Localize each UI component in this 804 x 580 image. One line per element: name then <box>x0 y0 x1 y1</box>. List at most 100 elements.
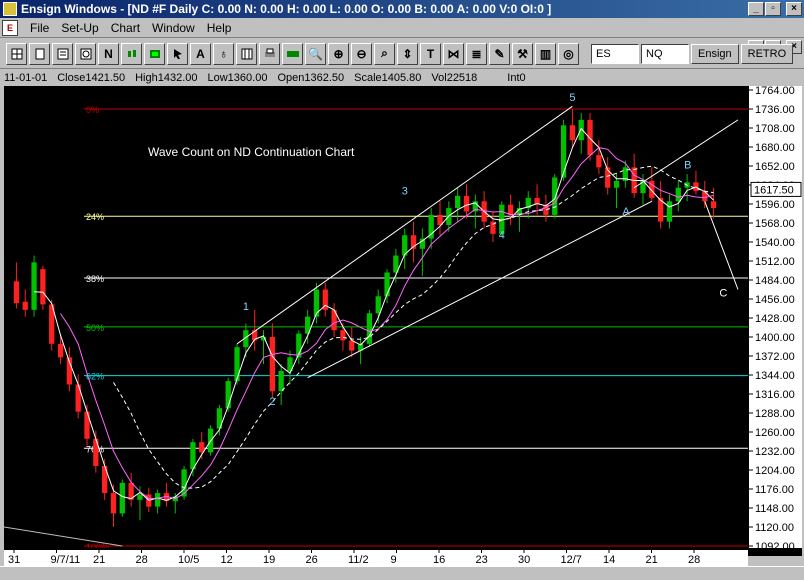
price-tick-label: 1540.00 <box>755 237 795 249</box>
restore-button[interactable]: ▫ <box>765 2 781 16</box>
page-icon[interactable] <box>29 42 50 65</box>
wave-label-b: B <box>684 160 691 172</box>
candle-icon[interactable] <box>121 42 142 65</box>
candle-body <box>349 340 355 351</box>
info-bar: 11-01-01 Close1421.50 High1432.00 Low136… <box>0 70 804 86</box>
zoom-out-icon[interactable]: ⊖ <box>351 42 372 65</box>
scroll-icon[interactable]: ⇕ <box>397 42 418 65</box>
price-tick-label: 1568.00 <box>755 218 795 230</box>
bars-icon[interactable]: ▥ <box>535 42 556 65</box>
price-tick-label: 1596.00 <box>755 199 795 211</box>
title-bar: Ensign Windows - [ND #F Daily C: 0.00 N:… <box>0 0 804 18</box>
print-icon[interactable] <box>259 42 280 65</box>
minimize-button[interactable]: _ <box>748 2 764 16</box>
candle-body <box>137 494 143 500</box>
candle-body <box>269 337 275 392</box>
date-tick-label: 26 <box>306 554 318 566</box>
globe-icon[interactable]: ◎ <box>558 42 579 65</box>
date-tick-label: 28 <box>136 554 148 566</box>
bottom-trend-line <box>3 526 123 547</box>
date-tick-label: 12/7 <box>561 554 582 566</box>
price-tick-label: 1316.00 <box>755 389 795 401</box>
document-icon[interactable]: E <box>2 19 18 36</box>
price-tick-label: 1680.00 <box>755 142 795 154</box>
list-icon[interactable] <box>52 42 73 65</box>
zoom-in-icon[interactable]: ⊕ <box>328 42 349 65</box>
fib-label-0: 0% <box>86 105 99 115</box>
fit-icon[interactable]: ⌕ <box>374 42 395 65</box>
candle-body <box>366 313 373 344</box>
wave-label-5: 5 <box>569 92 575 104</box>
candle-body <box>40 269 46 305</box>
price-tick-label: 1092.00 <box>755 541 795 548</box>
date-tick-label: 10/5 <box>178 554 199 566</box>
date-tick-label: 31 <box>8 554 20 566</box>
date-tick-label: 30 <box>518 554 530 566</box>
chart-area[interactable]: 0%24%38%50%62%76%100%Wave Count on ND Co… <box>3 86 802 556</box>
price-tick-label: 1288.00 <box>755 408 795 420</box>
candle-body <box>13 281 20 304</box>
info-int: Int0 <box>507 72 526 84</box>
price-tick-label: 1400.00 <box>755 332 795 344</box>
pencil-icon[interactable]: ✎ <box>489 42 510 65</box>
candle-body <box>710 201 717 209</box>
price-tick-label: 1260.00 <box>755 427 795 439</box>
candle-body <box>31 262 37 310</box>
retro-button[interactable]: RETRO <box>740 43 794 64</box>
price-chart[interactable]: 0%24%38%50%62%76%100%Wave Count on ND Co… <box>3 86 748 552</box>
price-tick-label: 1456.00 <box>755 294 795 306</box>
menu-setup[interactable]: Set-Up <box>55 21 104 35</box>
candle-body <box>666 201 673 222</box>
wave-label-a: A <box>622 206 630 218</box>
symbol-es[interactable]: ES <box>591 43 639 64</box>
quote-icon[interactable] <box>75 42 96 65</box>
study-icon[interactable]: ⋈ <box>443 42 464 65</box>
candle-body <box>93 438 99 466</box>
grid-icon[interactable] <box>6 42 27 65</box>
cursor-icon[interactable] <box>167 42 188 65</box>
menu-file[interactable]: File <box>24 21 55 35</box>
info-low: Low1360.00 <box>207 72 268 84</box>
dde-icon[interactable] <box>282 42 303 65</box>
date-tick-label: 9/7/11 <box>51 554 81 566</box>
candle-body <box>313 289 320 317</box>
text-icon[interactable]: A <box>190 42 211 65</box>
candle-body <box>587 119 593 156</box>
menu-window[interactable]: Window <box>146 21 201 35</box>
date-tick-label: 12 <box>221 554 233 566</box>
bar-chart-icon[interactable] <box>144 42 165 65</box>
candle-body <box>455 195 461 209</box>
magnifier-icon[interactable]: 🔍 <box>305 42 326 65</box>
candle-body <box>119 482 125 514</box>
info-high: High1432.00 <box>135 72 198 84</box>
candle-body <box>560 125 567 178</box>
text-tool-icon[interactable]: T <box>420 42 441 65</box>
price-tick-label: 1484.00 <box>755 275 795 287</box>
price-tick-label: 1344.00 <box>755 370 795 382</box>
price-axis: 1764.001736.001708.001680.001652.001624.… <box>748 85 802 553</box>
news-icon[interactable]: N <box>98 42 119 65</box>
price-tick-label: 1512.00 <box>755 256 795 268</box>
date-tick-label: 21 <box>646 554 658 566</box>
close-button[interactable]: × <box>786 2 802 16</box>
info-scale: Scale1405.80 <box>354 72 422 84</box>
wave-label-c: C <box>719 287 727 299</box>
fib-icon[interactable]: ≣ <box>466 42 487 65</box>
symbol-nq[interactable]: NQ <box>641 43 689 64</box>
bulb-icon[interactable]: ♁ <box>213 42 234 65</box>
date-tick-label: 9 <box>391 554 397 566</box>
candle-body <box>702 191 708 202</box>
price-tick-label: 1736.00 <box>755 104 795 116</box>
fib-label-1: 24% <box>86 212 104 222</box>
tools-icon[interactable]: ⚒ <box>512 42 533 65</box>
menu-chart[interactable]: Chart <box>105 21 146 35</box>
candle-body <box>154 493 161 507</box>
columns-icon[interactable] <box>236 42 257 65</box>
price-tick-label: 1120.00 <box>755 522 794 534</box>
price-tick-label: 1148.00 <box>755 503 794 515</box>
channel-lower-line <box>307 200 653 379</box>
ensign-button[interactable]: Ensign <box>691 43 739 64</box>
menu-help[interactable]: Help <box>201 21 238 35</box>
price-axis-svg: 1764.001736.001708.001680.001652.001624.… <box>749 85 802 553</box>
menu-bar: E File Set-Up Chart Window Help _ ▫ × <box>0 18 804 54</box>
